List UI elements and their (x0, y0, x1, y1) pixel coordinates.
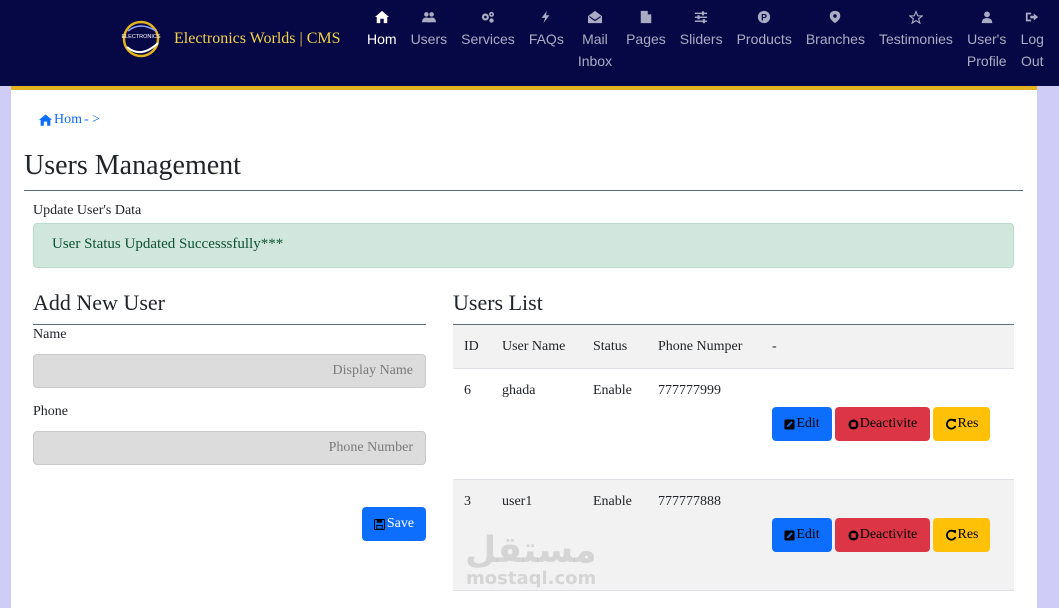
deactivate-button-label: Deactivite (859, 527, 918, 542)
bolt-icon (539, 8, 553, 26)
nav-item-mail-inbox[interactable]: Mail Inbox (571, 8, 619, 72)
nav-item-services[interactable]: Services (454, 8, 522, 72)
header-status: Status (593, 338, 628, 354)
cell-phone: 777777888 (658, 494, 721, 509)
nav-item-pages[interactable]: Pages (619, 8, 673, 72)
save-button[interactable]: Save (362, 507, 426, 541)
sliders-icon (694, 8, 708, 26)
header-actions: - (772, 338, 777, 354)
nav-item-label: Sliders (679, 31, 723, 47)
product-icon: P (757, 8, 771, 26)
nav-item-label: Services (461, 31, 515, 47)
file-icon (639, 8, 653, 26)
svg-text:P: P (761, 13, 767, 23)
nav-item-sliders[interactable]: Sliders (673, 8, 730, 72)
edit-button[interactable]: Edit (772, 407, 832, 441)
cell-user-name: user1 (502, 494, 533, 509)
edit-button-label: Edit (796, 416, 820, 431)
phone-input[interactable] (33, 431, 426, 465)
phone-label: Phone (33, 404, 68, 419)
map-marker-icon (828, 8, 842, 26)
page-title: Users Management (24, 150, 241, 181)
edit-button-label: Edit (796, 527, 820, 542)
reset-button-label: Res (957, 527, 979, 542)
nav-item-label: Testimonies (878, 31, 953, 47)
nav-item-branches[interactable]: Branches (799, 8, 872, 72)
envelope-open-icon (587, 8, 602, 26)
breadcrumb: Hom - > (39, 112, 100, 128)
name-label: Name (33, 327, 67, 342)
nav-item-testimonies[interactable]: Testimonies (872, 8, 960, 72)
cell-id: 3 (464, 494, 471, 509)
brand-logo: ELECTRONICS (120, 19, 164, 59)
success-alert: User Status Updated Successsfully*** (33, 223, 1014, 268)
floppy-disk-icon (373, 518, 385, 530)
cell-status: Enable (593, 494, 632, 509)
add-user-title: Add New User (33, 290, 165, 315)
nav-item-label: Pages (626, 31, 666, 47)
header-user-name: User Name (502, 338, 566, 354)
star-icon (908, 8, 923, 26)
sign-out-icon (1025, 8, 1039, 26)
nav-item-log-out[interactable]: Log Out (1014, 8, 1051, 72)
nav-item-label: Products (736, 31, 792, 47)
redo-icon (945, 418, 956, 430)
svg-text:ELECTRONICS: ELECTRONICS (121, 34, 160, 40)
row-actions: Edit Deactivite Res (772, 518, 990, 552)
row-actions: Edit Deactivite Res (772, 407, 990, 441)
user-icon (980, 8, 994, 26)
nav-item-label: Hom (367, 31, 397, 47)
brand[interactable]: ELECTRONICS Electronics Worlds | CMS (120, 18, 341, 60)
nav-item-faqs[interactable]: FAQs (522, 8, 571, 72)
nav-item-label: Mail Inbox (577, 31, 613, 69)
main-nav: Hom Users Services FAQs Mail Inbox Pages Slide… (360, 8, 1051, 72)
update-label: Update User's Data (33, 203, 142, 218)
breadcrumb-home-link[interactable]: Hom (54, 112, 82, 128)
name-input[interactable] (33, 354, 426, 388)
deactivate-button[interactable]: Deactivite (835, 518, 930, 552)
edit-icon (784, 529, 795, 541)
reset-button-label: Res (957, 416, 979, 431)
edit-button[interactable]: Edit (772, 518, 832, 552)
reset-button[interactable]: Res (933, 407, 990, 441)
cogs-icon (481, 8, 495, 26)
title-divider (24, 190, 1023, 191)
deactivate-button-label: Deactivite (859, 416, 918, 431)
breadcrumb-separator: - > (84, 112, 101, 127)
redo-icon (945, 529, 956, 541)
brand-name: Electronics Worlds | CMS (174, 30, 341, 47)
top-navbar: ELECTRONICS Electronics Worlds | CMS Hom… (0, 0, 1059, 86)
cell-phone: 777777999 (658, 383, 721, 398)
home-icon (39, 114, 52, 126)
table-header: ID User Name Status Phone Numper - (453, 325, 1014, 369)
save-button-label: Save (386, 516, 415, 531)
watermark-arabic: مستقل (465, 530, 597, 571)
cell-status: Enable (593, 383, 632, 398)
reset-button[interactable]: Res (933, 518, 990, 552)
nav-item-hom[interactable]: Hom (360, 8, 404, 72)
nav-item-label: Users (410, 31, 448, 47)
header-id: ID (464, 338, 479, 354)
nav-item-label: Log Out (1020, 31, 1044, 69)
nav-item-label: User's Profile (966, 31, 1007, 69)
stop-circle-icon (848, 418, 859, 430)
watermark-latin: mostaql.com (466, 568, 597, 589)
edit-icon (784, 418, 795, 430)
nav-item-users[interactable]: Users (404, 8, 455, 72)
cell-user-name: ghada (502, 383, 536, 398)
nav-item-label: FAQs (528, 31, 564, 47)
home-icon (374, 8, 389, 26)
header-phone: Phone Numper (658, 338, 743, 354)
table-row: 6 ghada Enable 777777999 Edit Deactivite… (453, 369, 1014, 480)
watermark: مستقل mostaql.com (465, 532, 597, 588)
users-list-title: Users List (453, 290, 543, 315)
stop-circle-icon (848, 529, 859, 541)
nav-item-user-s-profile[interactable]: User's Profile (960, 8, 1014, 72)
add-user-divider (33, 324, 426, 325)
deactivate-button[interactable]: Deactivite (835, 407, 930, 441)
cell-id: 6 (464, 383, 471, 398)
nav-item-products[interactable]: P Products (730, 8, 799, 72)
nav-item-label: Branches (805, 31, 865, 47)
users-icon (421, 8, 436, 26)
